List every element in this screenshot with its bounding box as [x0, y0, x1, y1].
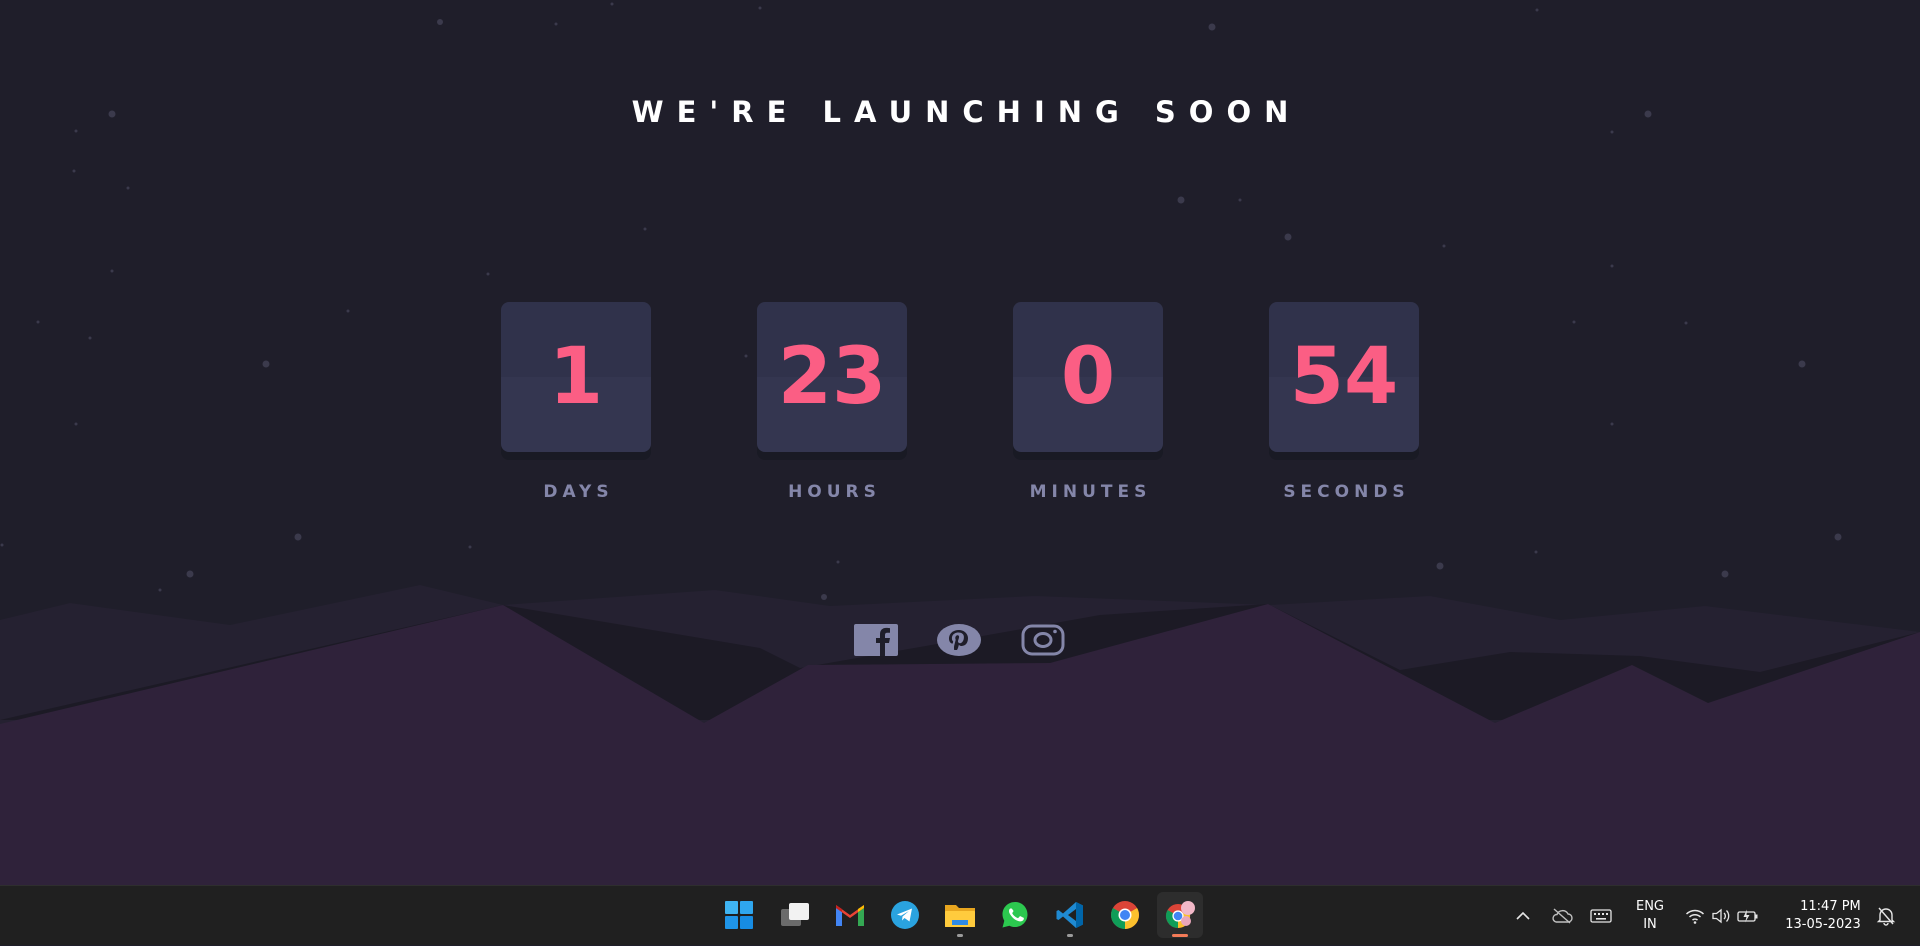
touch-keyboard-button[interactable] — [1587, 886, 1615, 946]
countdown-days: 1 DAYS — [501, 302, 651, 502]
vscode-button[interactable] — [1047, 892, 1093, 938]
file-explorer-button[interactable] — [937, 892, 983, 938]
minutes-label: MINUTES — [1029, 482, 1152, 502]
seconds-value: 54 — [1289, 332, 1399, 422]
file-explorer-icon — [945, 905, 975, 927]
whatsapp-button[interactable] — [992, 892, 1038, 938]
seconds-label: SECONDS — [1283, 482, 1410, 502]
launch-page: WE'RE LAUNCHING SOON 1 DAYS 23 HOURS 0 M… — [0, 0, 1920, 885]
notification-bell-icon — [1876, 907, 1896, 926]
hills-background — [0, 585, 1920, 885]
telegram-icon — [891, 901, 919, 929]
minutes-value: 0 — [1060, 332, 1116, 422]
countdown-minutes: 0 MINUTES — [1013, 302, 1163, 502]
facebook-icon — [854, 624, 898, 656]
chrome-icon — [1111, 901, 1139, 929]
instagram-link[interactable] — [1020, 620, 1066, 660]
vscode-icon — [1056, 902, 1083, 928]
onedrive-button[interactable] — [1548, 886, 1576, 946]
start-icon — [725, 901, 753, 929]
taskbar: ENG IN 11:47 PM 13-05-2023 — [0, 885, 1920, 945]
chevron-up-icon — [1516, 911, 1530, 920]
gmail-button[interactable] — [827, 892, 873, 938]
language-line2: IN — [1643, 917, 1657, 932]
countdown-hours: 23 HOURS — [757, 302, 907, 502]
page-title: WE'RE LAUNCHING SOON — [631, 95, 1302, 129]
clock-time: 11:47 PM — [1800, 899, 1861, 914]
clock-button[interactable]: 11:47 PM 13-05-2023 — [1778, 886, 1868, 946]
facebook-link[interactable] — [853, 620, 899, 660]
start-button[interactable] — [716, 892, 762, 938]
instagram-icon — [1021, 624, 1065, 656]
language-line1: ENG — [1635, 899, 1664, 914]
notifications-button[interactable] — [1872, 886, 1900, 946]
days-value: 1 — [548, 332, 604, 422]
hours-card: 23 — [757, 302, 907, 452]
days-card: 1 — [501, 302, 651, 452]
chrome-profile-button[interactable] — [1157, 892, 1203, 938]
pinterest-icon — [937, 624, 981, 656]
gmail-icon — [836, 905, 864, 926]
whatsapp-icon — [1002, 902, 1028, 928]
wifi-icon — [1685, 909, 1705, 924]
cloud-offline-icon — [1552, 908, 1573, 924]
running-indicator — [1067, 934, 1073, 937]
task-view-icon — [781, 903, 809, 926]
volume-icon — [1712, 908, 1730, 924]
days-label: DAYS — [543, 482, 614, 502]
clock: 11:47 PM 13-05-2023 — [1785, 898, 1861, 934]
task-view-button[interactable] — [772, 892, 818, 938]
active-indicator — [1172, 934, 1188, 937]
show-hidden-icons-button[interactable] — [1510, 886, 1536, 946]
clock-date: 13-05-2023 — [1785, 917, 1861, 932]
chrome-button[interactable] — [1102, 892, 1148, 938]
language-text: ENG IN — [1636, 898, 1664, 934]
hours-label: HOURS — [788, 482, 881, 502]
chrome-profile-icon — [1165, 901, 1195, 928]
telegram-button[interactable] — [882, 892, 928, 938]
minutes-card: 0 — [1013, 302, 1163, 452]
hours-value: 23 — [777, 332, 887, 422]
keyboard-icon — [1590, 909, 1612, 923]
seconds-card: 54 — [1269, 302, 1419, 452]
quick-settings-button[interactable] — [1682, 886, 1762, 946]
countdown-seconds: 54 SECONDS — [1269, 302, 1419, 502]
running-indicator — [957, 934, 963, 937]
language-indicator[interactable]: ENG IN — [1628, 886, 1672, 946]
pinterest-link[interactable] — [936, 620, 982, 660]
battery-charging-icon — [1737, 909, 1758, 923]
